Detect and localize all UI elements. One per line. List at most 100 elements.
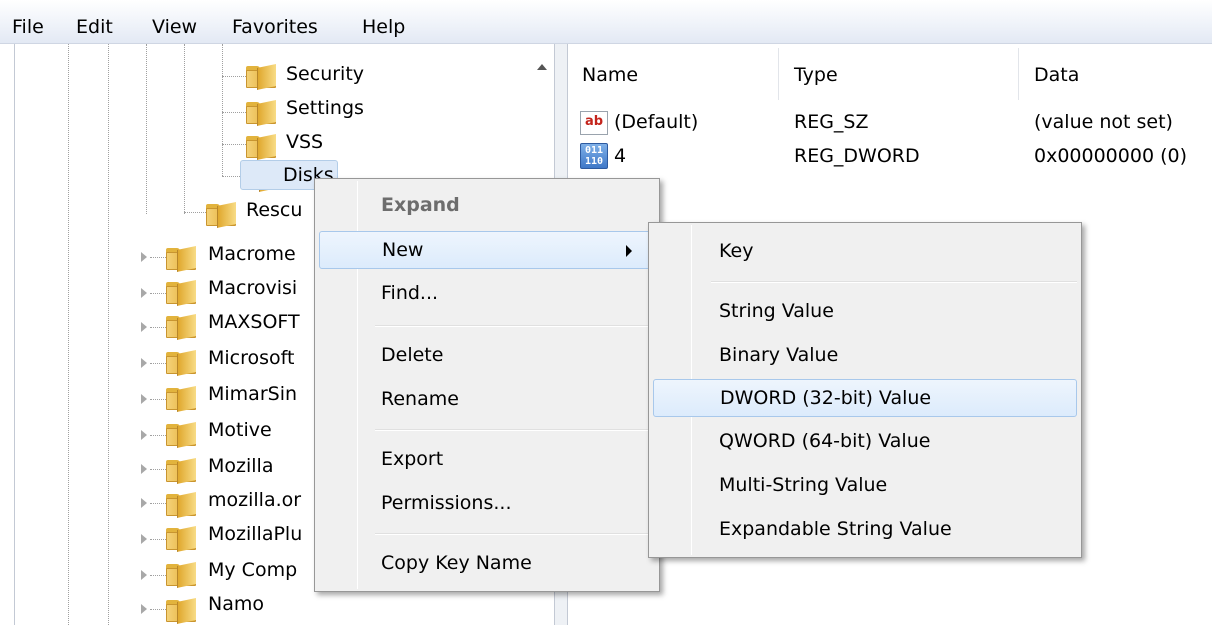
tree-connector xyxy=(222,144,246,145)
menu-bar: File Edit View Favorites Help xyxy=(0,0,1212,44)
tree-item-label: MAXSOFT xyxy=(208,311,300,333)
menu-item-label: Delete xyxy=(381,344,444,366)
menu-item-permissions[interactable]: Permissions... xyxy=(319,485,655,523)
expand-arrow-icon[interactable] xyxy=(141,252,147,262)
tree-item-label: MimarSin xyxy=(208,383,298,405)
tree-guide-line xyxy=(222,44,223,176)
tree-item-label: My Comp xyxy=(208,559,298,581)
value-name[interactable]: 4 xyxy=(614,142,626,170)
tree-item-label: Motive xyxy=(208,419,272,441)
menu-item-label: DWORD (32-bit) Value xyxy=(720,387,932,409)
tree-connector xyxy=(150,503,166,504)
expand-arrow-icon[interactable] xyxy=(141,288,147,298)
menu-item-rename[interactable]: Rename xyxy=(319,381,655,419)
tree-connector xyxy=(150,539,166,540)
string-value-icon: ab xyxy=(580,111,608,135)
tree-guide-line xyxy=(146,44,147,214)
expand-arrow-icon[interactable] xyxy=(141,498,147,508)
tree-connector xyxy=(150,575,166,576)
tree-connector xyxy=(184,212,206,213)
tree-connector xyxy=(150,257,166,258)
tree-item-label: mozilla.or xyxy=(208,489,302,511)
menu-item-label: Expand xyxy=(381,194,460,216)
column-header-data[interactable]: Data xyxy=(1034,60,1079,90)
value-data: (value not set) xyxy=(1034,111,1173,133)
tree-item-label: Macrome xyxy=(208,243,296,265)
tree-connector xyxy=(150,399,166,400)
scroll-up-icon[interactable] xyxy=(537,64,547,70)
menu-separator xyxy=(375,533,651,535)
tree-guide-line xyxy=(108,44,109,625)
submenu-arrow-icon xyxy=(626,245,632,257)
submenu-item-expandable-string-value[interactable]: Expandable String Value xyxy=(653,511,1077,549)
folder-icon xyxy=(206,201,236,229)
tree-item-label: Security xyxy=(286,63,365,85)
menu-view[interactable]: View xyxy=(152,14,197,40)
menu-item-label: Multi-String Value xyxy=(719,474,888,496)
folder-icon xyxy=(246,99,276,127)
value-name[interactable]: (Default) xyxy=(614,108,698,136)
folder-icon xyxy=(246,63,276,91)
column-separator[interactable] xyxy=(1018,48,1019,100)
submenu-item-multi-string-value[interactable]: Multi-String Value xyxy=(653,467,1077,505)
folder-icon xyxy=(166,491,196,519)
tree-item-label: Namo xyxy=(208,593,264,615)
menu-edit[interactable]: Edit xyxy=(76,14,113,40)
binary-value-icon: 011 110 xyxy=(580,143,608,169)
expand-arrow-icon[interactable] xyxy=(141,322,147,332)
menu-item-label: String Value xyxy=(719,300,834,322)
menu-item-label: Key xyxy=(719,240,754,262)
menu-item-label: Rename xyxy=(381,388,459,410)
menu-item-label: Copy Key Name xyxy=(381,552,532,574)
menu-item-export[interactable]: Export xyxy=(319,441,655,479)
expand-arrow-icon[interactable] xyxy=(141,534,147,544)
menu-item-delete[interactable]: Delete xyxy=(319,337,655,375)
menu-separator xyxy=(375,429,651,431)
menu-item-label: New xyxy=(382,239,424,261)
tree-connector xyxy=(150,327,166,328)
folder-icon xyxy=(166,385,196,413)
menu-item-label: Find... xyxy=(381,282,439,304)
expand-arrow-icon[interactable] xyxy=(141,604,147,614)
folder-icon xyxy=(166,421,196,449)
tree-guide-line xyxy=(68,44,69,625)
value-type: REG_SZ xyxy=(794,111,869,133)
column-header-type[interactable]: Type xyxy=(794,60,838,90)
tree-item-label: Macrovisi xyxy=(208,277,298,299)
menu-item-find[interactable]: Find... xyxy=(319,275,655,313)
value-data: 0x00000000 (0) xyxy=(1034,145,1187,167)
tree-connector xyxy=(222,76,246,77)
menu-item-new[interactable]: New xyxy=(319,231,655,269)
menu-item-label: QWORD (64-bit) Value xyxy=(719,430,931,452)
folder-icon xyxy=(166,561,196,589)
menu-file[interactable]: File xyxy=(12,14,44,40)
expand-arrow-icon[interactable] xyxy=(141,358,147,368)
menu-item-copy-key-name[interactable]: Copy Key Name xyxy=(319,545,655,583)
tree-connector xyxy=(150,293,166,294)
submenu-item-string-value[interactable]: String Value xyxy=(653,293,1077,331)
submenu-item-binary-value[interactable]: Binary Value xyxy=(653,337,1077,375)
menu-favorites[interactable]: Favorites xyxy=(232,14,318,40)
menu-separator xyxy=(375,325,651,327)
menu-separator xyxy=(711,281,1077,283)
context-menu: Expand New Find... Delete Rename Export … xyxy=(314,178,660,592)
menu-item-label: Binary Value xyxy=(719,344,839,366)
tree-connector xyxy=(222,112,246,113)
column-header-name[interactable]: Name xyxy=(582,60,638,90)
folder-icon xyxy=(166,245,196,273)
tree-connector xyxy=(222,176,242,177)
submenu-item-dword-value[interactable]: DWORD (32-bit) Value xyxy=(653,379,1077,417)
menu-item-expand[interactable]: Expand xyxy=(319,187,655,225)
submenu-item-key[interactable]: Key xyxy=(653,233,1077,271)
tree-item-label: Settings xyxy=(286,97,364,119)
tree-item-label: Rescu xyxy=(246,199,303,221)
expand-arrow-icon[interactable] xyxy=(141,394,147,404)
expand-arrow-icon[interactable] xyxy=(141,430,147,440)
submenu-item-qword-value[interactable]: QWORD (64-bit) Value xyxy=(653,423,1077,461)
new-submenu: Key String Value Binary Value DWORD (32-… xyxy=(648,222,1082,558)
folder-icon xyxy=(166,279,196,307)
expand-arrow-icon[interactable] xyxy=(141,570,147,580)
expand-arrow-icon[interactable] xyxy=(141,464,147,474)
column-separator[interactable] xyxy=(778,48,779,100)
menu-help[interactable]: Help xyxy=(362,14,405,40)
